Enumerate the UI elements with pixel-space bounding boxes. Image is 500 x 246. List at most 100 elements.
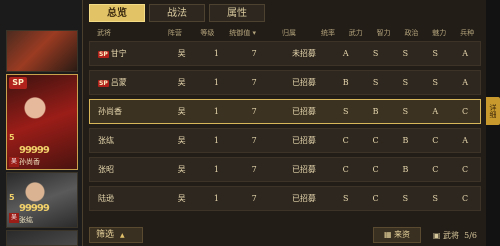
- grade-cell-text: B: [402, 165, 409, 174]
- hero-name-cell-text: 陆逊: [98, 194, 114, 203]
- level-cell: 1: [201, 194, 231, 203]
- command-cell-text: 7: [251, 49, 257, 58]
- caret-up-icon: ▲: [120, 232, 125, 239]
- col-header[interactable]: 等级: [193, 28, 221, 38]
- star-rating: 99999: [19, 145, 50, 156]
- grade-cell: C: [361, 165, 391, 174]
- col-header[interactable]: 统率: [314, 28, 342, 38]
- col-header[interactable]: 武力: [342, 28, 370, 38]
- level-cell: 1: [201, 107, 231, 116]
- col-header[interactable]: 兵种: [453, 28, 481, 38]
- hero-card[interactable]: [6, 230, 78, 246]
- level-cell-text: 1: [213, 136, 219, 145]
- command-cell-text: 7: [251, 165, 257, 174]
- hero-card[interactable]: [6, 30, 78, 72]
- hero-count: ▣ 武将 5/6: [433, 230, 477, 241]
- resource-button[interactable]: ▦ 来资: [373, 227, 421, 243]
- grade-cell-text: S: [432, 194, 438, 203]
- grade-cell: S: [420, 78, 450, 87]
- hero-count-value: 5/6: [464, 230, 477, 240]
- level-cell: 1: [201, 78, 231, 87]
- status-cell: 已招募: [277, 135, 331, 146]
- level-cell-text: 1: [213, 78, 219, 87]
- status-cell-text: 已招募: [291, 107, 316, 116]
- grade-cell: A: [331, 49, 361, 58]
- grade-cell-text: S: [402, 49, 409, 58]
- grade-cell-text: S: [372, 78, 379, 87]
- grade-cell-text: C: [462, 107, 469, 116]
- col-header[interactable]: 智力: [370, 28, 398, 38]
- filter-label: 筛选: [96, 230, 115, 240]
- tab-overview[interactable]: 总览: [89, 4, 145, 22]
- col-header-sort[interactable]: 统御值 ▾: [221, 28, 264, 38]
- grade-cell-text: C: [372, 165, 379, 174]
- table-header: 武将 阵营 等级 统御值 ▾ 归属 统率 武力 智力 政治 魅力 兵种: [89, 26, 481, 40]
- hero-portrait: [7, 231, 77, 245]
- hero-name-cell-text: 张纮: [98, 136, 114, 145]
- grade-cell-text: B: [372, 107, 379, 116]
- detail-side-tab[interactable]: 详细: [486, 97, 500, 125]
- command-cell-text: 7: [251, 78, 257, 87]
- hero-name-cell: 张昭: [90, 164, 162, 175]
- col-header[interactable]: 武将: [89, 28, 156, 38]
- col-header[interactable]: 魅力: [425, 28, 453, 38]
- grade-cell: S: [331, 194, 361, 203]
- hero-name-cell: 张纮: [90, 135, 162, 146]
- hero-card-selected[interactable]: SP 5 吴 99999 孙尚香: [6, 74, 78, 170]
- grade-cell-text: C: [372, 136, 379, 145]
- table-row[interactable]: 张昭 吴 1 7 已招募 C C B C C: [89, 157, 481, 182]
- grade-cell-text: A: [462, 78, 468, 87]
- table-row[interactable]: SP 甘宁 吴 1 7 未招募 A S S S A: [89, 41, 481, 66]
- tab-attributes[interactable]: 属性: [209, 4, 265, 22]
- table-row[interactable]: 陆逊 吴 1 7 已招募 S C S S C: [89, 186, 481, 211]
- grade-cell: A: [450, 78, 480, 87]
- grade-cell-text: C: [342, 136, 349, 145]
- camp-cell-text: 吴: [177, 194, 186, 203]
- command-cell: 7: [231, 49, 277, 58]
- col-header[interactable]: 阵营: [156, 28, 193, 38]
- table-row[interactable]: SP 吕蒙 吴 1 7 已招募 B S S S A: [89, 70, 481, 95]
- table-row[interactable]: 张纮 吴 1 7 已招募 C C B C A: [89, 128, 481, 153]
- grade-cell: S: [361, 49, 391, 58]
- camp-cell-text: 吴: [177, 107, 186, 116]
- camp-cell: 吴: [162, 135, 202, 146]
- command-cell: 7: [231, 78, 277, 87]
- camp-cell-text: 吴: [177, 136, 186, 145]
- status-cell-text: 已招募: [291, 78, 316, 87]
- col-header[interactable]: 政治: [398, 28, 426, 38]
- command-cell: 7: [231, 165, 277, 174]
- grade-cell-text: A: [342, 49, 349, 58]
- grade-cell: C: [361, 136, 391, 145]
- grade-cell-text: S: [402, 107, 409, 116]
- command-cell: 7: [231, 107, 277, 116]
- level-cell: 1: [201, 165, 231, 174]
- grade-cell: B: [390, 165, 420, 174]
- camp-cell: 吴: [162, 193, 202, 204]
- grade-cell: S: [390, 107, 420, 116]
- hero-name-cell-text: 孙尚香: [98, 107, 122, 116]
- camp-cell: 吴: [162, 164, 202, 175]
- camp-cell: 吴: [162, 77, 202, 88]
- level-cell: 1: [201, 49, 231, 58]
- table-row[interactable]: 孙尚香 吴 1 7 已招募 S B S A C: [89, 99, 481, 124]
- rank-number: 5: [9, 133, 15, 142]
- command-cell: 7: [231, 194, 277, 203]
- col-header-label: 统御值: [229, 29, 251, 37]
- grade-cell: S: [420, 49, 450, 58]
- status-cell: 已招募: [277, 77, 331, 88]
- hero-card[interactable]: 5 吴 99999 张纮: [6, 172, 78, 228]
- grade-cell: C: [420, 165, 450, 174]
- tab-skills[interactable]: 战法: [149, 4, 205, 22]
- col-header[interactable]: 归属: [264, 28, 314, 38]
- filter-button[interactable]: 筛选 ▲: [89, 227, 143, 243]
- sp-badge: SP: [98, 50, 109, 58]
- status-cell: 已招募: [277, 164, 331, 175]
- grade-cell: B: [361, 107, 391, 116]
- grade-cell: C: [450, 194, 480, 203]
- camp-badge: 吴: [9, 157, 19, 167]
- status-cell-text: 已招募: [291, 165, 316, 174]
- camp-badge: 吴: [9, 213, 19, 223]
- hero-name-cell: 陆逊: [90, 193, 162, 204]
- hero-card-name: 孙尚香: [19, 158, 40, 166]
- chevron-down-icon: ▾: [250, 29, 256, 37]
